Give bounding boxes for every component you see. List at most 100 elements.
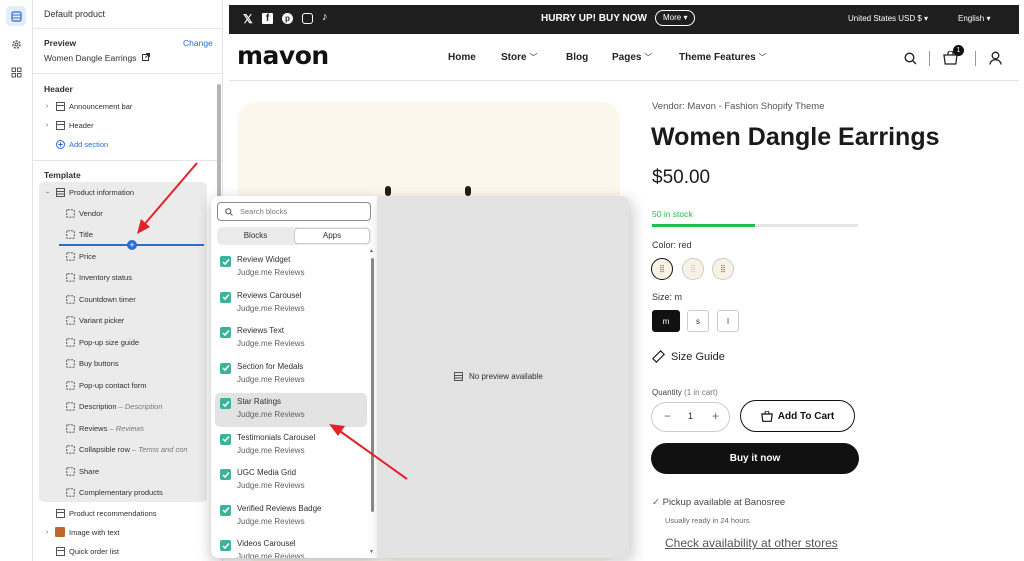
size-option: Size: m (652, 292, 682, 302)
block-label: Complementary products (79, 488, 163, 497)
increase-quantity-button[interactable]: + (712, 409, 719, 423)
chevron-right-icon[interactable]: › (43, 529, 51, 536)
block-share[interactable]: Share (33, 462, 207, 480)
block-label: Description – Description (79, 402, 162, 411)
theme-settings-gear-icon[interactable] (6, 34, 26, 54)
currency-selector[interactable]: United States USD $ ▾ (848, 14, 928, 23)
scroll-up-arrow-icon[interactable]: ▲ (369, 248, 374, 254)
insert-block-plus-icon[interactable]: + (127, 240, 137, 250)
pickup-availability: ✓ Pickup available at Banosree (652, 497, 785, 508)
app-block-reviews-carousel[interactable]: Reviews Carousel Judge.me Reviews (215, 287, 367, 321)
color-swatch-red[interactable]: ⦙⦙ (651, 258, 673, 280)
x-twitter-icon[interactable]: 𝕏 (243, 12, 253, 26)
nav-store[interactable]: Store ﹀ (501, 52, 537, 63)
judgeme-check-icon (220, 327, 231, 338)
block-vendor[interactable]: Vendor (33, 204, 207, 222)
add-to-cart-button[interactable]: Add To Cart (740, 400, 855, 432)
block-complementary-products[interactable]: Complementary products (33, 484, 207, 502)
instagram-icon[interactable] (302, 13, 313, 24)
app-block-name: Review Widget (237, 255, 291, 264)
size-guide-link[interactable]: Size Guide (652, 350, 725, 363)
app-block-section-for-medals[interactable]: Section for Medals Judge.me Reviews (215, 358, 367, 392)
nav-home[interactable]: Home (448, 52, 476, 63)
block-reviews[interactable]: Reviews – Reviews (33, 419, 207, 437)
judgeme-check-icon (220, 362, 231, 374)
store-logo[interactable]: mavon (237, 41, 329, 70)
block-description[interactable]: Description – Description (33, 398, 207, 416)
nav-pages[interactable]: Pages ﹀ (612, 52, 652, 63)
preview-product[interactable]: Women Dangle Earrings (44, 53, 150, 63)
chevron-right-icon[interactable]: › (43, 103, 51, 110)
pinterest-icon[interactable]: p (282, 13, 293, 24)
block-countdown-timer[interactable]: Countdown timer (33, 290, 207, 308)
decrease-quantity-button[interactable]: − (664, 409, 671, 423)
section-announcement-bar[interactable]: › Announcement bar (33, 97, 207, 115)
more-button[interactable]: More ▾ (655, 10, 696, 26)
app-block-verified-reviews-badge[interactable]: Verified Reviews Badge Judge.me Reviews (215, 500, 367, 534)
section-header[interactable]: › Header (33, 116, 207, 134)
search-icon[interactable] (904, 52, 917, 65)
quantity-value[interactable]: 1 (688, 411, 693, 421)
block-pop-up-contact-form[interactable]: Pop-up contact form (33, 376, 207, 394)
check-availability-link[interactable]: Check availability at other stores (665, 536, 838, 550)
size-value: m (674, 292, 683, 302)
block-title[interactable]: Title (33, 226, 207, 244)
block-icon (65, 230, 75, 240)
chevron-right-icon[interactable]: › (43, 122, 51, 129)
block-inventory-status[interactable]: Inventory status (33, 269, 207, 287)
section-label: Quick order list (69, 546, 120, 556)
block-price[interactable]: Price (33, 247, 207, 265)
app-block-reviews-text[interactable]: Reviews Text Judge.me Reviews (215, 322, 367, 356)
section-image-with-text[interactable]: › Image with text (33, 523, 207, 541)
app-block-ugc-media-grid[interactable]: UGC Media Grid Judge.me Reviews (215, 464, 367, 498)
size-m-button[interactable]: m (652, 310, 680, 332)
color-option: Color: red (652, 240, 692, 250)
section-label: Header (69, 120, 94, 130)
divider (33, 28, 222, 29)
add-section-button[interactable]: Add section (33, 135, 207, 153)
section-product-recommendations[interactable]: Product recommendations (33, 504, 207, 522)
section-quick-order-list[interactable]: Quick order list (33, 542, 207, 560)
app-block-review-widget[interactable]: Review Widget Judge.me Reviews (215, 251, 367, 285)
tab-apps[interactable]: Apps (294, 228, 370, 244)
block-collapsible-row[interactable]: Collapsible row – Terms and con (33, 441, 207, 459)
app-block-provider: Judge.me Reviews (237, 374, 305, 384)
language-selector[interactable]: English ▾ (958, 14, 991, 23)
scroll-down-arrow-icon[interactable]: ▼ (369, 549, 374, 555)
app-block-star-ratings[interactable]: Star Ratings Judge.me Reviews (215, 393, 367, 427)
size-guide-label: Size Guide (671, 350, 725, 363)
sections-icon[interactable] (6, 6, 26, 26)
chevron-down-icon[interactable]: › (44, 188, 51, 196)
account-icon[interactable] (989, 51, 1002, 65)
tiktok-icon[interactable]: ♪ (322, 11, 328, 23)
block-icon (65, 466, 75, 476)
judgeme-check-icon (220, 398, 231, 409)
judgeme-check-icon (220, 540, 231, 551)
app-embeds-icon[interactable] (6, 62, 26, 82)
buy-it-now-button[interactable]: Buy it now (651, 443, 859, 474)
no-preview-message: No preview available (454, 372, 543, 381)
add-block-popover: Search blocks Blocks Apps Review Widget J… (211, 196, 377, 558)
section-product-information[interactable]: › Product information (33, 183, 207, 201)
color-swatch-white[interactable]: ⦙⦙ (682, 258, 704, 280)
judgeme-check-icon (220, 469, 231, 480)
block-icon (65, 294, 75, 304)
nav-theme-features[interactable]: Theme Features ﹀ (679, 52, 766, 63)
block-pop-up-size-guide[interactable]: Pop-up size guide (33, 333, 207, 351)
change-preview-link[interactable]: Change (183, 38, 213, 48)
color-swatch-brown[interactable]: ⦙⦙ (712, 258, 734, 280)
app-block-provider: Judge.me Reviews (237, 552, 305, 558)
popover-scrollbar[interactable] (371, 258, 374, 512)
size-l-button[interactable]: l (717, 310, 739, 332)
facebook-icon[interactable]: f (262, 13, 273, 24)
tab-blocks[interactable]: Blocks (217, 227, 294, 245)
no-preview-label: No preview available (469, 372, 543, 381)
nav-blog[interactable]: Blog (566, 52, 588, 63)
block-buy-buttons[interactable]: Buy buttons (33, 355, 207, 373)
search-blocks-input[interactable]: Search blocks (217, 202, 371, 221)
app-block-videos-carousel[interactable]: Videos Carousel Judge.me Reviews (215, 535, 367, 558)
quantity-stepper[interactable]: − 1 + (651, 402, 730, 432)
app-block-testimonials-carousel[interactable]: Testimonials Carousel Judge.me Reviews (215, 429, 367, 463)
block-variant-picker[interactable]: Variant picker (33, 312, 207, 330)
size-s-button[interactable]: s (687, 310, 709, 332)
